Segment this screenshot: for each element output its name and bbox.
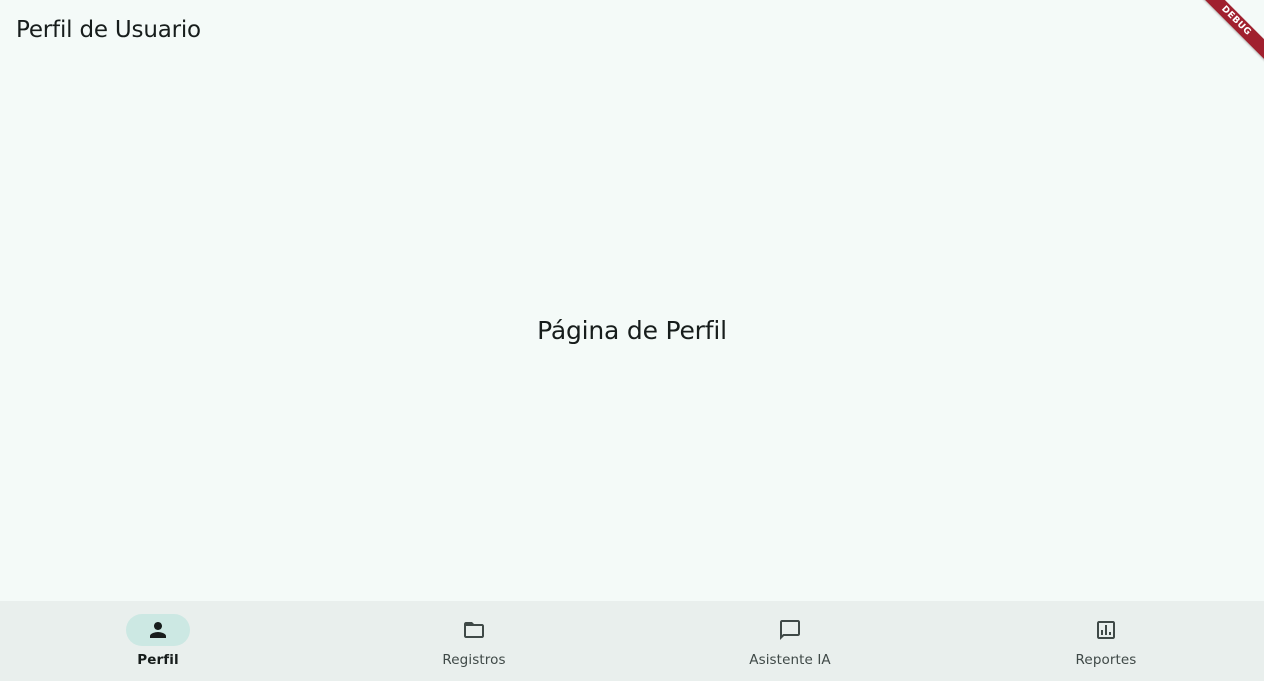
nav-label-registros: Registros (442, 652, 506, 668)
nav-item-registros[interactable]: Registros (316, 601, 632, 681)
app-bar: Perfil de Usuario (0, 0, 1264, 60)
bar-chart-icon (1097, 621, 1115, 639)
nav-label-reportes: Reportes (1075, 652, 1137, 668)
nav-item-reportes[interactable]: Reportes (948, 601, 1264, 681)
nav-item-asistente-ia[interactable]: Asistente IA (632, 601, 948, 681)
person-icon (150, 622, 166, 638)
main-content: Página de Perfil (0, 60, 1264, 601)
bottom-navigation-bar: Perfil Registros Asistente IA Reportes (0, 601, 1264, 681)
nav-item-perfil[interactable]: Perfil (0, 601, 316, 681)
page-title: Perfil de Usuario (16, 17, 201, 43)
folder-icon (464, 622, 484, 638)
active-indicator (126, 614, 190, 646)
nav-label-perfil: Perfil (137, 652, 179, 668)
chat-icon (780, 620, 800, 640)
app-window: Perfil de Usuario Página de Perfil Perfi… (0, 0, 1264, 681)
nav-label-asistente-ia: Asistente IA (749, 652, 831, 668)
profile-page-text: Página de Perfil (537, 316, 727, 345)
